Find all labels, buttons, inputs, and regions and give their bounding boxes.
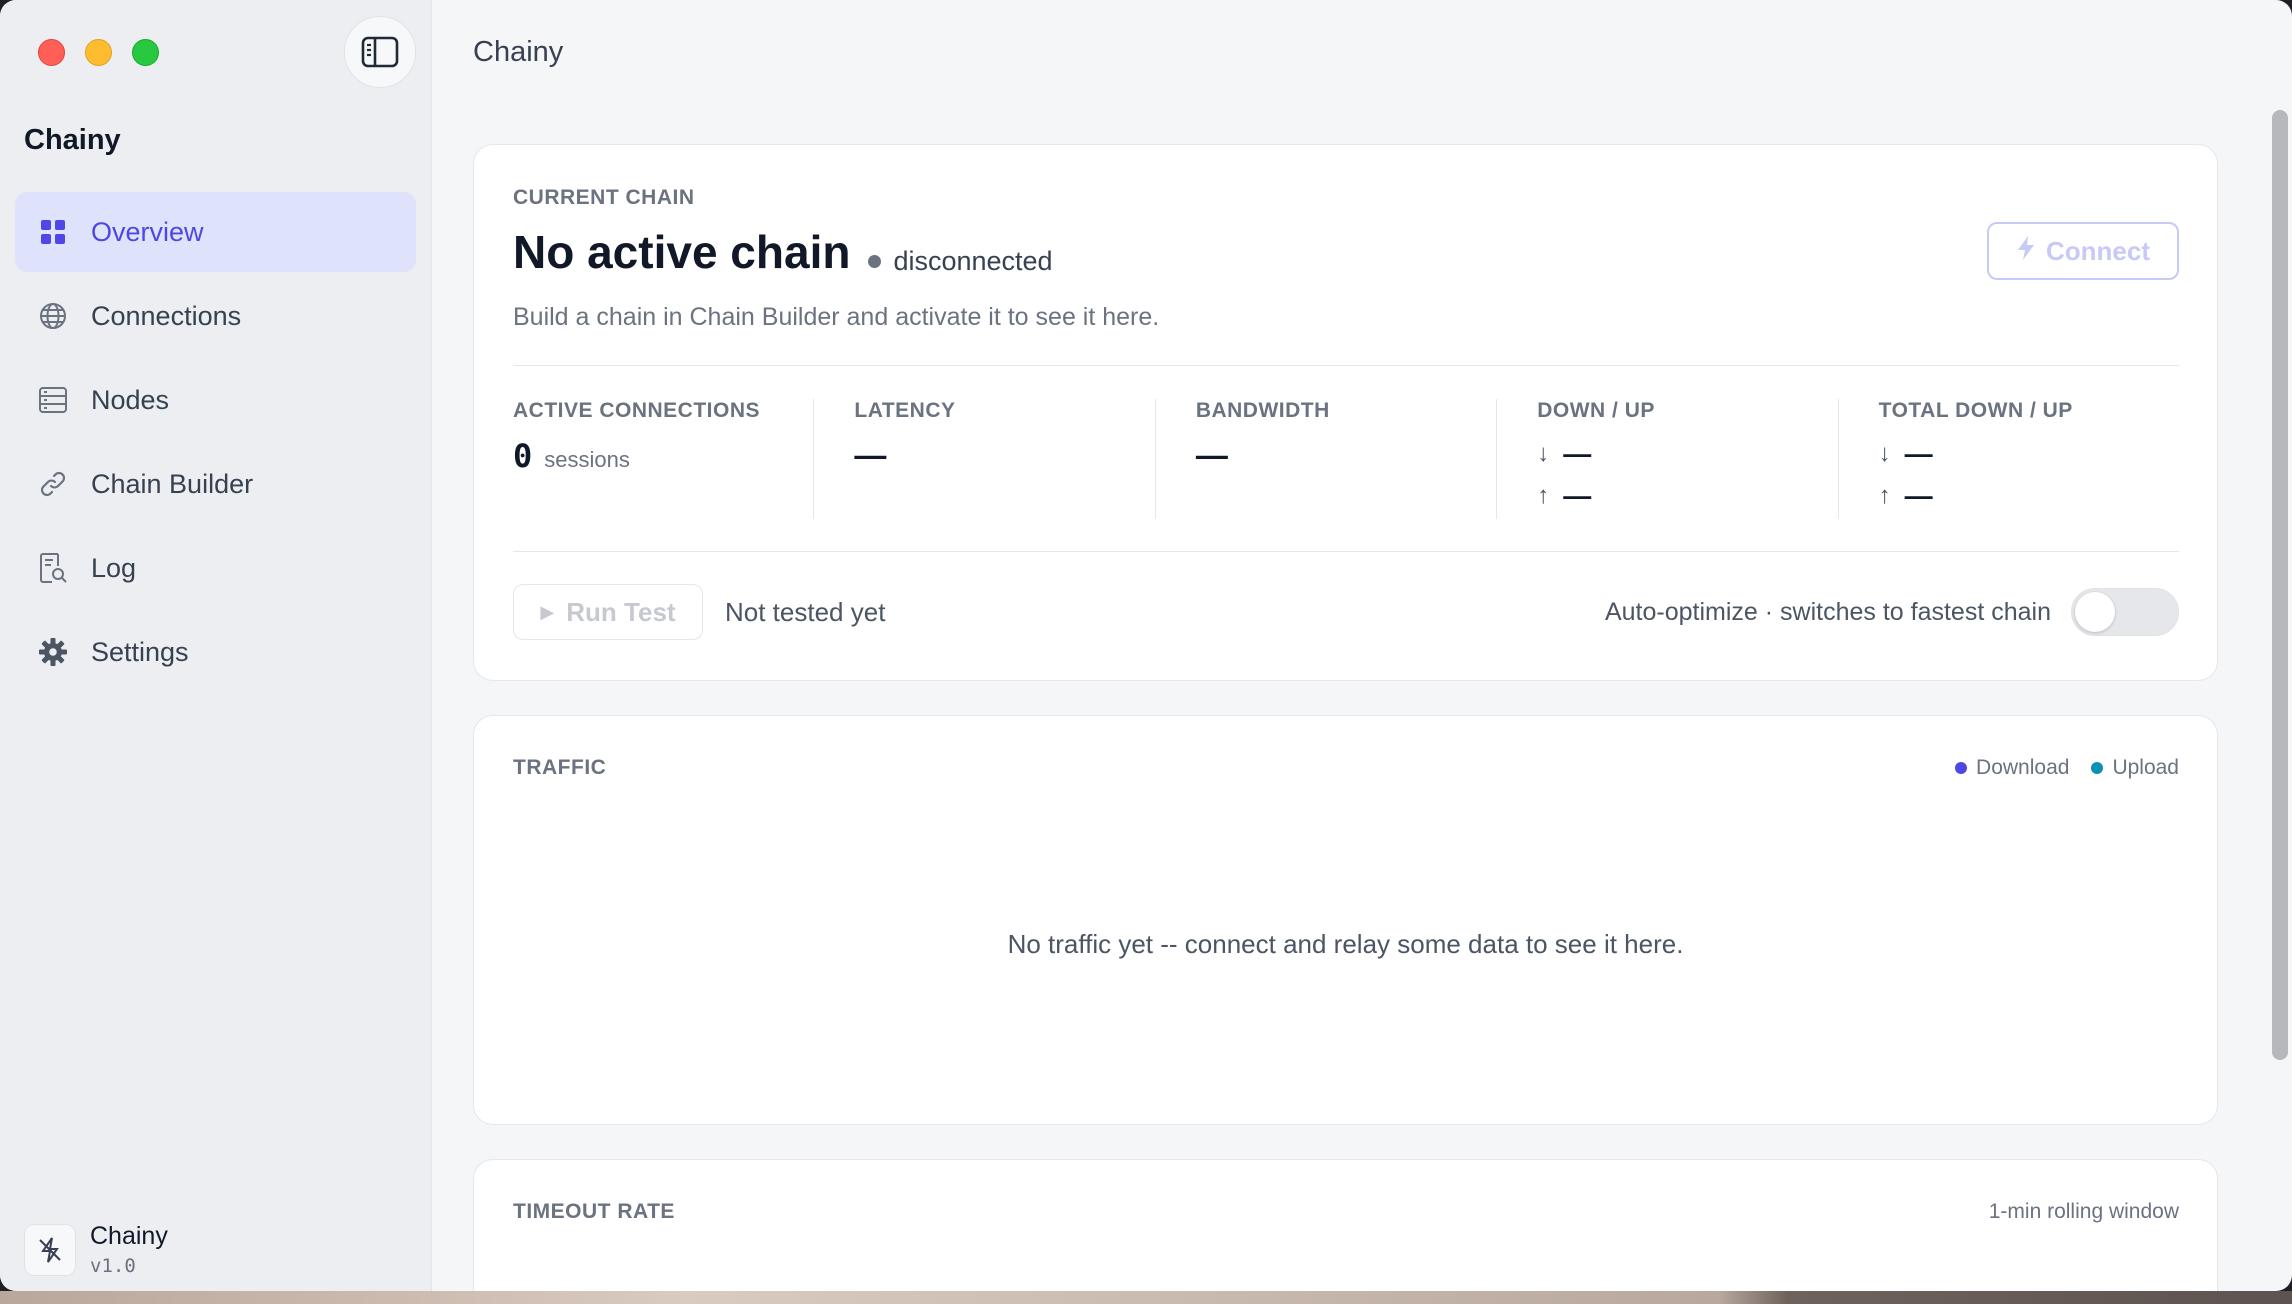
stat-label: BANDWIDTH: [1195, 399, 1330, 422]
stat-value: 0: [513, 437, 533, 475]
traffic-legend: Download Upload: [1955, 756, 2179, 780]
sidebar-item-log[interactable]: Log: [15, 528, 416, 608]
sidebar-item-nodes[interactable]: Nodes: [15, 360, 416, 440]
arrow-up-icon: ↑: [1537, 482, 1550, 509]
sidebar-item-connections[interactable]: Connections: [15, 276, 416, 356]
window-controls: [38, 39, 159, 66]
sidebar-item-settings[interactable]: Settings: [15, 612, 416, 692]
timeout-rate-title: TIMEOUT RATE: [513, 1200, 675, 1223]
sidebar-app-title: Chainy: [24, 124, 121, 156]
desktop-background: [0, 1291, 2292, 1304]
legend-upload: Upload: [2091, 756, 2179, 780]
connect-button[interactable]: Connect: [1987, 222, 2179, 280]
stat-down-up: DOWN / UP ↓ — ↑ —: [1496, 399, 1837, 519]
stat-unit: sessions: [544, 447, 630, 472]
vertical-scrollbar[interactable]: [2272, 110, 2288, 1060]
legend-label: Upload: [2112, 756, 2179, 779]
stat-latency: LATENCY —: [813, 399, 1154, 519]
rolling-window-note: 1-min rolling window: [1988, 1200, 2179, 1223]
stat-active-connections: ACTIVE CONNECTIONS 0 sessions: [513, 399, 813, 519]
status-text: disconnected: [893, 246, 1053, 276]
auto-optimize-toggle[interactable]: [2071, 588, 2179, 636]
stat-bandwidth: BANDWIDTH —: [1154, 399, 1496, 519]
current-chain-card: CURRENT CHAIN No active chain disconnect…: [473, 144, 2218, 681]
run-test-label: Run Test: [566, 596, 676, 627]
zoom-window-button[interactable]: [132, 39, 159, 66]
sidebar-item-label: Connections: [91, 300, 242, 331]
status-badge: disconnected: [868, 246, 1053, 277]
traffic-empty-message: No traffic yet -- connect and relay some…: [1007, 929, 1684, 959]
toggle-sidebar-button[interactable]: [344, 16, 416, 88]
chain-name: No active chain: [513, 226, 851, 278]
bolt-icon: [2016, 235, 2036, 268]
status-dot-icon: [868, 255, 882, 268]
traffic-card: TRAFFIC Download Upload No traffic yet -…: [473, 715, 2218, 1125]
link-icon: [37, 468, 69, 500]
test-status: Not tested yet: [725, 596, 886, 627]
app-window: Chainy Overview Connections Nodes Chain …: [0, 0, 2292, 1291]
stat-value: —: [1195, 437, 1228, 473]
chain-description: Build a chain in Chain Builder and activ…: [513, 303, 1160, 331]
document-search-icon: [37, 552, 69, 584]
main-content: Chainy CURRENT CHAIN No active chain dis…: [432, 0, 2292, 1291]
footer-app-version: v1.0: [90, 1255, 136, 1277]
stat-value: —: [854, 437, 887, 473]
sidebar-item-label: Chain Builder: [91, 468, 254, 499]
auto-optimize-label: Auto-optimize · switches to fastest chai…: [1604, 597, 2051, 626]
test-row: ▶ Run Test Not tested yet Auto-optimize …: [513, 583, 2179, 641]
legend-dot-icon: [1955, 762, 1968, 774]
chain-name-row: No active chain disconnected: [513, 225, 1053, 279]
sidebar-item-chain-builder[interactable]: Chain Builder: [15, 444, 416, 524]
divider: [513, 365, 2179, 366]
play-icon: ▶: [540, 601, 555, 622]
minimize-window-button[interactable]: [85, 39, 112, 66]
run-test-button[interactable]: ▶ Run Test: [513, 584, 703, 640]
timeout-rate-card: TIMEOUT RATE 1-min rolling window: [473, 1159, 2218, 1291]
legend-dot-icon: [2091, 762, 2104, 774]
arrow-down-icon: ↓: [1537, 440, 1550, 467]
legend-label: Download: [1976, 756, 2070, 779]
sidebar-item-label: Settings: [91, 636, 189, 667]
stat-up-value: —: [1904, 480, 1933, 511]
sidebar-item-label: Overview: [91, 216, 204, 247]
close-window-button[interactable]: [38, 39, 65, 66]
sidebar-item-label: Log: [91, 552, 137, 583]
grid-icon: [37, 216, 69, 248]
stat-label: ACTIVE CONNECTIONS: [513, 399, 761, 422]
stat-down-value: —: [1563, 438, 1592, 469]
gear-icon: [37, 636, 69, 668]
sidebar-item-label: Nodes: [91, 384, 170, 415]
current-chain-eyebrow: CURRENT CHAIN: [513, 186, 695, 209]
sidebar-footer: Chainy v1.0: [24, 1222, 168, 1277]
stat-down-value: —: [1904, 438, 1933, 469]
page-title: Chainy: [473, 36, 564, 68]
footer-app-name: Chainy: [90, 1222, 168, 1250]
sidebar-nav: Overview Connections Nodes Chain Builder: [15, 192, 416, 696]
globe-icon: [37, 300, 69, 332]
bolt-slash-icon: [39, 1236, 61, 1263]
legend-download: Download: [1955, 756, 2069, 780]
arrow-up-icon: ↑: [1878, 482, 1891, 509]
sidebar-item-overview[interactable]: Overview: [15, 192, 416, 272]
traffic-title: TRAFFIC: [513, 756, 607, 779]
server-icon: [37, 384, 69, 416]
stat-total-down-up: TOTAL DOWN / UP ↓ — ↑ —: [1837, 399, 2179, 519]
divider: [513, 551, 2179, 552]
sidebar: Chainy Overview Connections Nodes Chain …: [0, 0, 432, 1291]
stat-label: TOTAL DOWN / UP: [1878, 399, 2073, 422]
stat-up-value: —: [1563, 480, 1592, 511]
stat-label: LATENCY: [854, 399, 956, 422]
app-logo: [24, 1223, 76, 1276]
stat-label: DOWN / UP: [1537, 399, 1655, 422]
connect-label: Connect: [2046, 235, 2150, 266]
stats-row: ACTIVE CONNECTIONS 0 sessions LATENCY — …: [513, 399, 2179, 519]
arrow-down-icon: ↓: [1878, 440, 1891, 467]
sidebar-toggle-icon: [361, 36, 399, 68]
toggle-knob: [2075, 592, 2115, 632]
